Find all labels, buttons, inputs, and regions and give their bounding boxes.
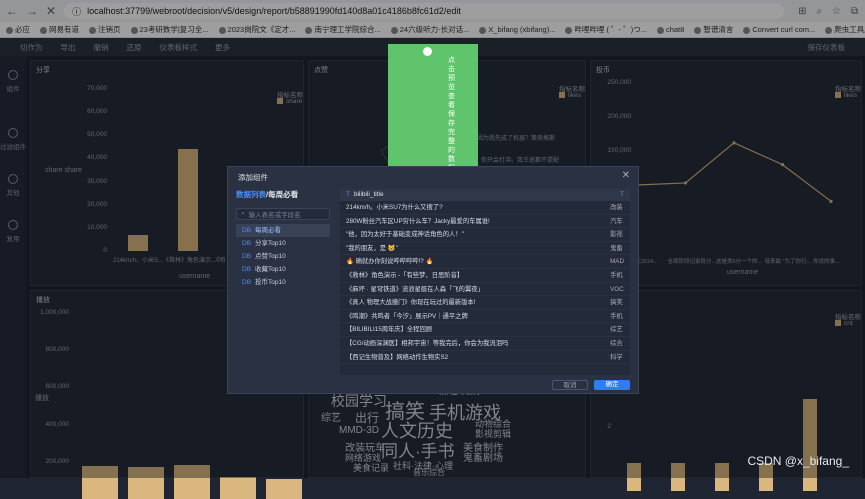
- row-title: 【BILIBILI15周年庆】全程回顾: [346, 326, 433, 334]
- table-item[interactable]: DB 分享Top10: [236, 237, 330, 250]
- table-row: 280W粉丝汽车区UP穷什么车？Jacky最爱的车属谁! 汽车: [340, 215, 630, 229]
- success-toast: 点击预览查看保存完整的数据看板: [388, 44, 478, 190]
- table-item[interactable]: DB 点赞Top10: [236, 250, 330, 263]
- row-category: 手机: [610, 312, 623, 320]
- dialog-title: 添加组件: [238, 173, 268, 182]
- table-row: "他，因为太好于基础变成神话角色的人！" 影视: [340, 228, 630, 242]
- search-input[interactable]: ⌕ 输入表名或字段名: [236, 208, 330, 220]
- ok-button[interactable]: 确定: [594, 380, 630, 390]
- table-row: 《真人 物理大战撞门》你现在玩过的最新版本! 搞笑: [340, 296, 630, 310]
- close-icon[interactable]: ✕: [622, 170, 630, 181]
- table-row: 【BILIBILI15周年庆】全程回顾 综艺: [340, 323, 630, 337]
- row-category: VOC: [610, 285, 624, 293]
- row-title: 280W粉丝汽车区UP穷什么车？Jacky最爱的车属谁!: [346, 217, 490, 225]
- table-row: 【西记生物普及】网络动作生物实S2 科学: [340, 351, 630, 365]
- row-category: 搞笑: [610, 299, 623, 307]
- cancel-button[interactable]: 取消: [552, 380, 588, 390]
- row-category: 综合: [610, 339, 623, 347]
- row-title: 《鸣潮》共鸣者「今汐」展示PV｜通平之牌: [346, 312, 468, 320]
- database-icon: DB: [242, 253, 252, 260]
- database-icon: DB: [242, 240, 252, 247]
- row-title: 【CG/动画深渊医】相邦宇宙！等我完后，你会为我流泪吗: [346, 339, 509, 347]
- search-icon: ⌕: [241, 210, 245, 217]
- row-category: MAD: [610, 258, 625, 266]
- row-title: 《真人 物理大战撞门》你现在玩过的最新版本!: [346, 299, 476, 307]
- table-row: 《鸣潮》共鸣者「今汐」展示PV｜通平之牌 手机: [340, 310, 630, 324]
- dataset-heading: 数据列表/每周必看: [236, 190, 299, 199]
- add-component-dialog: 添加组件 ✕ 数据列表/每周必看 ⌕ 输入表名或字段名 DB 每周必看 DB 分享To…: [227, 166, 639, 394]
- row-category: 汽车: [610, 217, 623, 225]
- row-category: 科学: [610, 353, 623, 361]
- text-type-icon: T: [346, 191, 350, 198]
- row-title: 【西记生物普及】网络动作生物实S2: [346, 353, 449, 361]
- table-item[interactable]: DB 收藏Top10: [236, 263, 330, 276]
- table-row: "我的朋友，是 🐱" 鬼畜: [340, 242, 630, 256]
- watermark: CSDN @x_bifang_: [747, 454, 849, 468]
- check-icon: [423, 47, 432, 56]
- table-row: 《救林》角色演示 -「有些梦、日思阶音】 手机: [340, 269, 630, 283]
- table-row: 【CG/动画深渊医】相邦宇宙！等我完后，你会为我流泪吗 综合: [340, 337, 630, 351]
- table-row: 214km/h。小米SU7为什么又搜了? 改装: [340, 201, 630, 215]
- table-item[interactable]: DB 每周必看: [236, 224, 330, 237]
- row-category: 手机: [610, 271, 623, 279]
- table-row: 🔥 确就办你刻说哔哔哔哔!? 🔥 MAD: [340, 255, 630, 269]
- row-title: "我的朋友，是 🐱": [346, 244, 398, 252]
- bar: [266, 478, 303, 499]
- row-category: 改装: [610, 204, 623, 211]
- row-category: 影视: [610, 231, 623, 239]
- database-icon: DB: [242, 227, 252, 234]
- row-title: 214km/h。小米SU7为什么又搜了?: [346, 204, 443, 211]
- database-icon: DB: [242, 266, 252, 273]
- row-title: 《救林》角色演示 -「有些梦、日思阶音】: [346, 271, 464, 279]
- row-category: 综艺: [610, 326, 623, 334]
- database-icon: DB: [242, 279, 252, 286]
- row-title: "他，因为太好于基础变成神话角色的人！": [346, 231, 464, 239]
- table-list-pane: 数据列表/每周必看 ⌕ 输入表名或字段名 DB 每周必看 DB 分享Top10 DB 点…: [236, 189, 330, 385]
- table-item[interactable]: DB 投币Top10: [236, 276, 330, 289]
- row-category: 鬼畜: [610, 244, 623, 252]
- row-title: 《麻坏 · 星穹铁道》流浪星艇在人森「飞的翼夜」: [346, 285, 484, 293]
- bar: [220, 476, 257, 499]
- column-header: Tbilibili_title T: [340, 189, 630, 201]
- table-row: 《麻坏 · 星穹铁道》流浪星艇在人森「飞的翼夜」 VOC: [340, 283, 630, 297]
- row-title: 🔥 确就办你刻说哔哔哔哔!? 🔥: [346, 258, 434, 266]
- data-preview-table[interactable]: Tbilibili_title T 214km/h。小米SU7为什么又搜了? 改装 2…: [340, 189, 630, 375]
